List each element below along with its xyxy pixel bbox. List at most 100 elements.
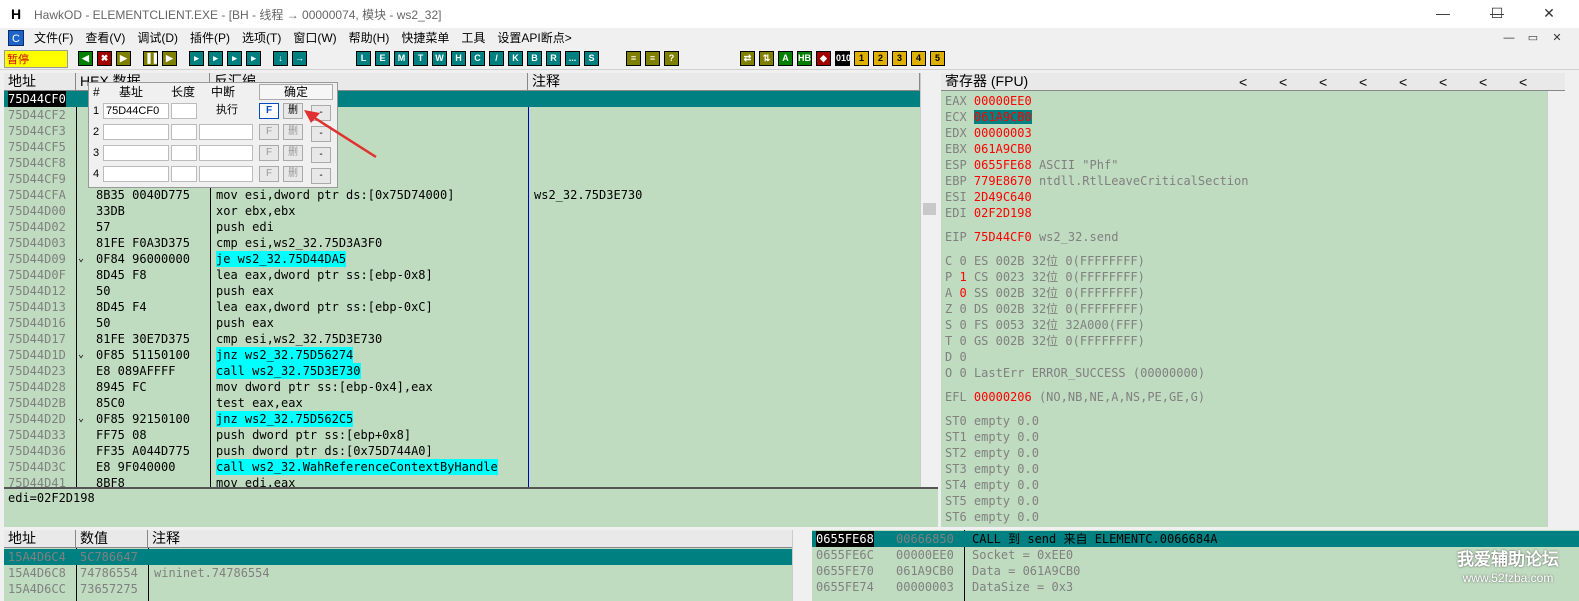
flag-row[interactable]: A 0 SS 002B 32位 0(FFFFFFFF) xyxy=(945,285,1145,301)
toolbar-btn-window-6[interactable]: C xyxy=(470,51,485,66)
toolbar-btn-misc-10[interactable]: 5 xyxy=(930,51,945,66)
toolbar-btn-misc-3[interactable]: HB xyxy=(797,51,812,66)
flag-value[interactable]: 0 xyxy=(959,254,966,268)
fpu-register[interactable]: ST6 empty 0.0 xyxy=(945,509,1039,525)
register-esp[interactable]: ESP 0655FE68 ASCII "Phf" xyxy=(945,157,1118,173)
register-nav-arrow[interactable]: < xyxy=(1439,73,1447,91)
disasm-row[interactable]: 75D44D23 E8 089AFFFF call ws2_32.75D3E730 xyxy=(4,363,920,379)
flag-value[interactable]: 1 xyxy=(959,270,966,284)
toolbar-btn-run-9[interactable]: ↓ xyxy=(273,51,288,66)
disasm-row[interactable]: 75D44D00 33DB xor ebx,ebx xyxy=(4,203,920,219)
toolbar-btn-window-10[interactable]: R xyxy=(546,51,561,66)
fpu-register[interactable]: ST2 empty 0.0 xyxy=(945,445,1039,461)
header-comment[interactable]: 注释 xyxy=(528,73,920,91)
dump-pane[interactable]: 地址 数值 注释 15A4D6C4 5C786647 15A4D6C8 7478655… xyxy=(4,530,800,601)
register-efl[interactable]: EFL 00000206 (NO,NB,NE,A,NS,PE,GE,G) xyxy=(945,389,1205,405)
bp-length-field[interactable] xyxy=(171,103,197,119)
disasm-row[interactable]: 75D44D33 FF75 08 push dword ptr ss:[ebp+0x… xyxy=(4,427,920,443)
toolbar-btn-window-8[interactable]: K xyxy=(508,51,523,66)
toolbar-btn-misc-1[interactable]: ⇅ xyxy=(759,51,774,66)
bp-address-field[interactable] xyxy=(103,124,169,140)
menu-debug[interactable]: 调试(D) xyxy=(131,28,184,48)
toolbar-btn-tool-2[interactable]: ? xyxy=(664,51,679,66)
toolbar-btn-run-0[interactable]: ◀ xyxy=(78,51,93,66)
toolbar-btn-run-5[interactable]: ▸ xyxy=(189,51,204,66)
disasm-row[interactable]: 75D44D0F 8D45 F8 lea eax,dword ptr ss:[ebp… xyxy=(4,267,920,283)
toolbar-btn-window-0[interactable]: L xyxy=(356,51,371,66)
toolbar-btn-run-2[interactable]: ▶ xyxy=(116,51,131,66)
register-esi[interactable]: ESI 2D49C640 xyxy=(945,189,1032,205)
disasm-row[interactable]: 75D44D12 50 push eax xyxy=(4,283,920,299)
register-value[interactable]: 00000206 xyxy=(974,390,1032,404)
flag-row[interactable]: O 0 LastErr ERROR_SUCCESS (00000000) xyxy=(945,365,1205,381)
toolbar-btn-misc-4[interactable]: ◆ xyxy=(816,51,831,66)
fpu-register[interactable]: ST5 empty 0.0 xyxy=(945,493,1039,509)
toolbar-btn-tool-0[interactable]: ≡ xyxy=(626,51,641,66)
dump-header-value[interactable]: 数值 xyxy=(76,530,148,548)
register-nav-arrow[interactable]: < xyxy=(1319,73,1327,91)
register-eip[interactable]: EIP 75D44CF0 ws2_32.send xyxy=(945,229,1118,245)
menu-plugins[interactable]: 插件(P) xyxy=(184,28,236,48)
dump-header-address[interactable]: 地址 xyxy=(4,530,76,548)
close-window-button[interactable]: ✕ xyxy=(1526,0,1572,28)
disasm-scrollbar[interactable] xyxy=(920,73,938,487)
menu-options[interactable]: 选项(T) xyxy=(236,28,287,48)
menu-shortcut[interactable]: 快捷菜单 xyxy=(395,28,455,48)
registers-scrollbar[interactable] xyxy=(1547,91,1565,527)
disasm-row[interactable]: 75D44D1D ⌄ 0F85 51150100 jnz ws2_32.75D5627… xyxy=(4,347,920,363)
register-value[interactable]: 061A9CB0 xyxy=(974,142,1032,156)
register-edx[interactable]: EDX 00000003 xyxy=(945,125,1032,141)
toolbar-btn-window-4[interactable]: W xyxy=(432,51,447,66)
bp-f-button[interactable]: F xyxy=(259,166,279,182)
flag-value[interactable]: 0 xyxy=(959,286,966,300)
toolbar-btn-run-7[interactable]: ▸ xyxy=(227,51,242,66)
dump-row[interactable]: 15A4D6C4 5C786647 xyxy=(4,549,800,565)
bp-length-field[interactable] xyxy=(171,166,197,182)
toolbar-btn-run-8[interactable]: ▸ xyxy=(246,51,261,66)
flag-row[interactable]: C 0 ES 002B 32位 0(FFFFFFFF) xyxy=(945,253,1145,269)
minimize-window-button[interactable]: — xyxy=(1420,0,1466,28)
child-window-icon[interactable]: C xyxy=(8,30,24,46)
menu-api-breakpoint[interactable]: 设置API断点> xyxy=(491,28,577,48)
dump-row[interactable]: 15A4D6C8 74786554 wininet.74786554 xyxy=(4,565,800,581)
toolbar-btn-misc-8[interactable]: 3 xyxy=(892,51,907,66)
fpu-register[interactable]: ST3 empty 0.0 xyxy=(945,461,1039,477)
flag-value[interactable]: 0 xyxy=(959,302,966,316)
bp-address-field[interactable]: 75D44CF0 xyxy=(103,103,169,119)
register-value[interactable]: 02F2D198 xyxy=(974,206,1032,220)
bp-delete-button[interactable]: 删 xyxy=(283,166,303,182)
flag-value[interactable]: 0 xyxy=(959,318,966,332)
menu-help[interactable]: 帮助(H) xyxy=(343,28,396,48)
toolbar-btn-run-6[interactable]: ▸ xyxy=(208,51,223,66)
toolbar-btn-run-3[interactable]: ▐▐ xyxy=(143,51,158,66)
disasm-row[interactable]: 75D44D36 FF35 A044D775 push dword ptr ds:[… xyxy=(4,443,920,459)
bp-f-button[interactable]: F xyxy=(259,145,279,161)
disasm-row[interactable]: 75D44D02 57 push edi xyxy=(4,219,920,235)
mdi-restore-button[interactable]: ▭ xyxy=(1524,30,1542,46)
header-address[interactable]: 地址 xyxy=(4,73,76,91)
toolbar-btn-misc-7[interactable]: 2 xyxy=(873,51,888,66)
menu-tools[interactable]: 工具 xyxy=(455,28,491,48)
toolbar-btn-misc-2[interactable]: A xyxy=(778,51,793,66)
registers-pane[interactable]: 寄存器 (FPU) < < < < < < < < EAX 00000EE0 ECX 061A… xyxy=(941,73,1565,527)
flag-value[interactable]: 0 xyxy=(959,366,966,380)
register-value[interactable]: 00000003 xyxy=(974,126,1032,140)
bp-address-field[interactable] xyxy=(103,166,169,182)
disasm-row[interactable]: 75D44D16 50 push eax xyxy=(4,315,920,331)
toolbar-btn-run-4[interactable]: ▶ xyxy=(162,51,177,66)
fpu-register[interactable]: ST1 empty 0.0 xyxy=(945,429,1039,445)
toolbar-btn-tool-1[interactable]: ≡ xyxy=(645,51,660,66)
fpu-register[interactable]: ST0 empty 0.0 xyxy=(945,413,1039,429)
register-nav-arrow[interactable]: < xyxy=(1279,73,1287,91)
register-value[interactable]: 2D49C640 xyxy=(974,190,1032,204)
register-ecx[interactable]: ECX 061A9CB0 xyxy=(945,109,1032,125)
register-value[interactable]: 0655FE68 xyxy=(974,158,1032,172)
toolbar-btn-window-1[interactable]: E xyxy=(375,51,390,66)
bp-length-field[interactable] xyxy=(171,124,197,140)
register-edi[interactable]: EDI 02F2D198 xyxy=(945,205,1032,221)
register-nav-arrow[interactable]: < xyxy=(1239,73,1247,91)
toolbar-btn-window-2[interactable]: M xyxy=(394,51,409,66)
bp-ok-button[interactable]: 确定 xyxy=(259,84,333,100)
disasm-row[interactable]: 75D44D17 81FE 30E7D375 cmp esi,ws2_32.75D3… xyxy=(4,331,920,347)
bp-break-type[interactable] xyxy=(199,145,253,161)
